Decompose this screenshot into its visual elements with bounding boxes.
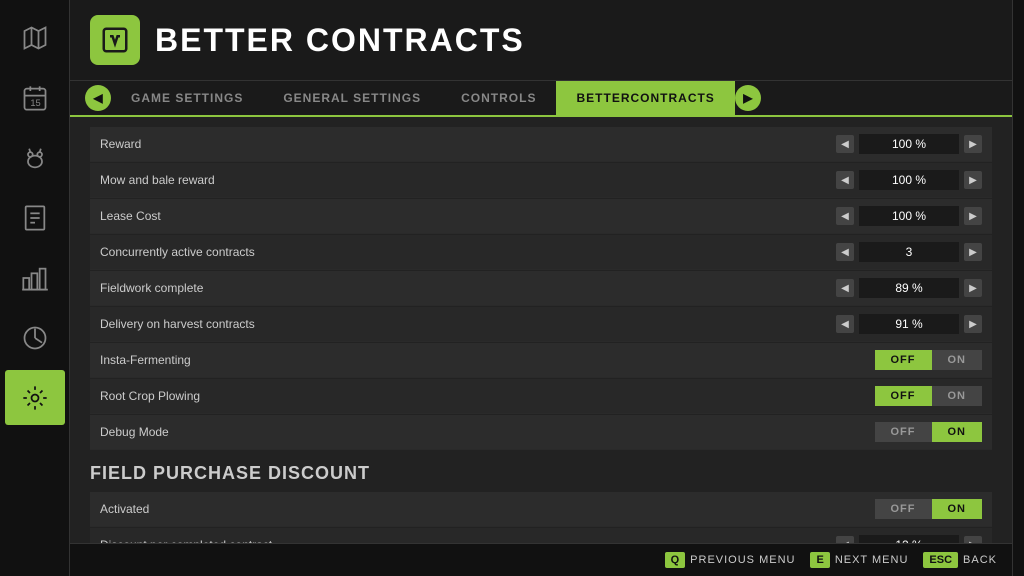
setting-control-lease-cost: ◀ 100 % ▶ — [836, 206, 982, 226]
tab-bar: ◀ GAME SETTINGS GENERAL SETTINGS CONTROL… — [70, 81, 1012, 117]
setting-label-root-crop: Root Crop Plowing — [100, 389, 200, 403]
setting-control-mow-bale: ◀ 100 % ▶ — [836, 170, 982, 190]
insta-fermenting-on[interactable]: ON — [932, 350, 983, 370]
mow-bale-increase[interactable]: ▶ — [964, 171, 982, 189]
setting-activated: Activated OFF ON — [90, 492, 992, 527]
delivery-value: 91 % — [859, 314, 959, 334]
mod-icon — [90, 15, 140, 65]
setting-concurrent-contracts: Concurrently active contracts ◀ 3 ▶ — [90, 235, 992, 270]
previous-menu-label: PREVIOUS MENU — [690, 554, 795, 566]
root-crop-off[interactable]: OFF — [875, 386, 932, 406]
page-title: BETTER CONTRACTS — [155, 22, 525, 59]
tab-better-contracts[interactable]: BetterContracts — [556, 81, 734, 115]
previous-menu-key: Q — [665, 552, 686, 568]
sidebar-item-stats[interactable] — [5, 310, 65, 365]
setting-label-mow-bale: Mow and bale reward — [100, 173, 215, 187]
setting-delivery-harvest: Delivery on harvest contracts ◀ 91 % ▶ — [90, 307, 992, 342]
tab-left-arrow[interactable]: ◀ — [85, 85, 111, 111]
root-crop-toggle: OFF ON — [875, 386, 983, 406]
tab-game-settings[interactable]: GAME SETTINGS — [111, 81, 263, 115]
setting-label-insta-fermenting: Insta-Fermenting — [100, 353, 191, 367]
delivery-increase[interactable]: ▶ — [964, 315, 982, 333]
main-panel: BETTER CONTRACTS ◀ GAME SETTINGS GENERAL… — [70, 0, 1012, 576]
reward-value: 100 % — [859, 134, 959, 154]
fieldwork-value: 89 % — [859, 278, 959, 298]
debug-off[interactable]: OFF — [875, 422, 932, 442]
setting-control-discount-contract: ◀ 12 % ▶ — [836, 535, 982, 543]
scrollbar-right — [1012, 0, 1024, 576]
concurrent-decrease[interactable]: ◀ — [836, 243, 854, 261]
setting-control-concurrent: ◀ 3 ▶ — [836, 242, 982, 262]
sidebar-item-map[interactable] — [5, 10, 65, 65]
insta-fermenting-off[interactable]: OFF — [875, 350, 932, 370]
delivery-decrease[interactable]: ◀ — [836, 315, 854, 333]
setting-label-activated: Activated — [100, 502, 149, 516]
header: BETTER CONTRACTS — [70, 0, 1012, 81]
setting-label-fieldwork: Fieldwork complete — [100, 281, 203, 295]
concurrent-increase[interactable]: ▶ — [964, 243, 982, 261]
field-purchase-heading: FIELD PURCHASE DISCOUNT — [90, 451, 992, 492]
reward-increase[interactable]: ▶ — [964, 135, 982, 153]
sidebar-item-contracts[interactable] — [5, 190, 65, 245]
reward-decrease[interactable]: ◀ — [836, 135, 854, 153]
next-menu-key: E — [810, 552, 829, 568]
fieldwork-decrease[interactable]: ◀ — [836, 279, 854, 297]
discount-contract-increase[interactable]: ▶ — [964, 536, 982, 543]
next-menu-label: NEXT MENU — [835, 554, 909, 566]
discount-contract-decrease[interactable]: ◀ — [836, 536, 854, 543]
setting-control-fieldwork: ◀ 89 % ▶ — [836, 278, 982, 298]
previous-menu-button[interactable]: Q PREVIOUS MENU — [665, 552, 796, 568]
next-menu-button[interactable]: E NEXT MENU — [810, 552, 908, 568]
sidebar-item-animals[interactable] — [5, 130, 65, 185]
tab-right-arrow[interactable]: ▶ — [735, 85, 761, 111]
setting-mow-bale: Mow and bale reward ◀ 100 % ▶ — [90, 163, 992, 198]
setting-lease-cost: Lease Cost ◀ 100 % ▶ — [90, 199, 992, 234]
setting-label-lease-cost: Lease Cost — [100, 209, 161, 223]
insta-fermenting-toggle: OFF ON — [875, 350, 983, 370]
setting-root-crop-plowing: Root Crop Plowing OFF ON — [90, 379, 992, 414]
svg-text:15: 15 — [30, 98, 40, 108]
setting-label-debug: Debug Mode — [100, 425, 169, 439]
bottom-bar: Q PREVIOUS MENU E NEXT MENU ESC BACK — [70, 543, 1012, 576]
activated-off[interactable]: OFF — [875, 499, 932, 519]
setting-insta-fermenting: Insta-Fermenting OFF ON — [90, 343, 992, 378]
setting-label-delivery: Delivery on harvest contracts — [100, 317, 255, 331]
setting-debug-mode: Debug Mode OFF ON — [90, 415, 992, 450]
setting-label-reward: Reward — [100, 137, 141, 151]
root-crop-on[interactable]: ON — [932, 386, 983, 406]
activated-on[interactable]: ON — [932, 499, 983, 519]
sidebar-item-calendar[interactable]: 15 — [5, 70, 65, 125]
concurrent-value: 3 — [859, 242, 959, 262]
setting-label-concurrent: Concurrently active contracts — [100, 245, 255, 259]
setting-reward: Reward ◀ 100 % ▶ — [90, 127, 992, 162]
lease-cost-value: 100 % — [859, 206, 959, 226]
discount-contract-value: 12 % — [859, 535, 959, 543]
settings-content: Reward ◀ 100 % ▶ Mow and bale reward ◀ 1… — [70, 117, 1012, 543]
sidebar: 15 — [0, 0, 70, 576]
sidebar-item-production[interactable] — [5, 250, 65, 305]
back-button[interactable]: ESC BACK — [923, 552, 997, 568]
mow-bale-decrease[interactable]: ◀ — [836, 171, 854, 189]
debug-on[interactable]: ON — [932, 422, 983, 442]
setting-fieldwork: Fieldwork complete ◀ 89 % ▶ — [90, 271, 992, 306]
back-key: ESC — [923, 552, 958, 568]
back-label: BACK — [963, 554, 997, 566]
debug-toggle: OFF ON — [875, 422, 983, 442]
setting-control-delivery: ◀ 91 % ▶ — [836, 314, 982, 334]
lease-cost-decrease[interactable]: ◀ — [836, 207, 854, 225]
mow-bale-value: 100 % — [859, 170, 959, 190]
setting-discount-per-contract: Discount per completed contract ◀ 12 % ▶ — [90, 528, 992, 543]
lease-cost-increase[interactable]: ▶ — [964, 207, 982, 225]
tab-controls[interactable]: CONTROLS — [441, 81, 556, 115]
fieldwork-increase[interactable]: ▶ — [964, 279, 982, 297]
setting-control-reward: ◀ 100 % ▶ — [836, 134, 982, 154]
sidebar-item-mods[interactable] — [5, 370, 65, 425]
activated-toggle: OFF ON — [875, 499, 983, 519]
tab-general-settings[interactable]: GENERAL SETTINGS — [263, 81, 441, 115]
